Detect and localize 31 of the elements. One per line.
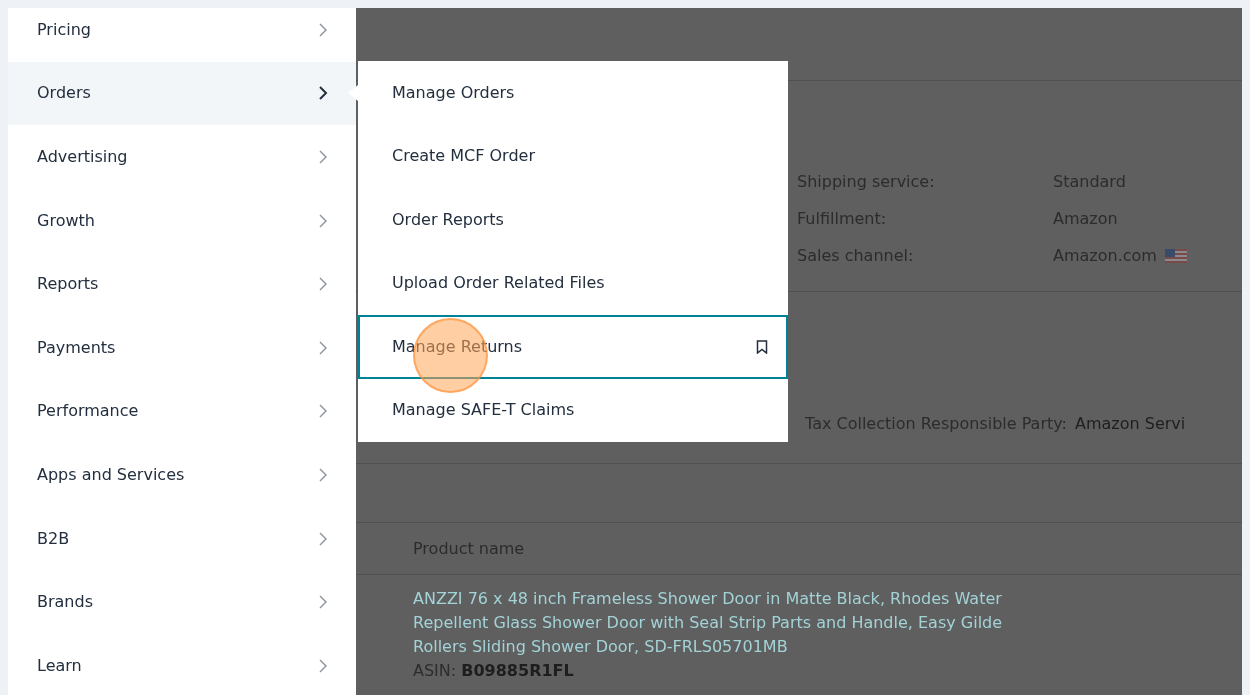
chevron-right-icon — [318, 22, 328, 37]
chevron-right-icon — [318, 595, 328, 610]
submenu-item[interactable]: Upload Order Related Files — [358, 251, 788, 315]
sidebar-item[interactable]: Payments — [8, 315, 356, 380]
sidebar-item[interactable]: Brands — [8, 570, 356, 634]
sidebar-item[interactable]: Reports — [8, 252, 356, 316]
sidebar-item[interactable]: B2B — [8, 506, 356, 571]
chevron-right-icon — [318, 340, 328, 355]
bookmark-icon[interactable] — [756, 339, 768, 354]
chevron-right-icon — [318, 404, 328, 419]
sidebar-item[interactable]: Advertising — [8, 125, 356, 189]
flag-icon — [1164, 248, 1187, 263]
submenu-item[interactable]: Manage Orders — [358, 61, 788, 125]
sidebar-item[interactable]: Performance — [8, 379, 356, 444]
chevron-right-icon — [318, 467, 328, 482]
submenu-item[interactable]: Create MCF Order — [358, 124, 788, 188]
chevron-right-icon — [318, 531, 328, 546]
sidebar-item[interactable]: Learn — [8, 633, 356, 695]
tax-value: Amazon Servi — [1074, 412, 1186, 435]
submenu-item[interactable]: Manage SAFE-T Claims — [358, 378, 788, 442]
sidebar-item[interactable]: Pricing — [8, 8, 356, 62]
sidebar-item[interactable]: Orders — [8, 61, 356, 126]
sidebar-item[interactable]: Growth — [8, 188, 356, 253]
chevron-right-icon — [318, 213, 328, 228]
chevron-right-icon — [318, 658, 328, 673]
chevron-right-icon — [318, 277, 328, 292]
sidebar-item[interactable]: Apps and Services — [8, 443, 356, 507]
chevron-right-icon — [318, 86, 328, 101]
product-name-link[interactable]: ANZZI 76 x 48 inch Frameless Shower Door in Matte Black, Rhodes Water Repellent Glass Shower Door with Seal Strip Parts and Handle, Easy Gilde Rollers Sliding Shower Door, SD-FRLS05701MB — [413, 587, 1013, 659]
chevron-right-icon — [318, 150, 328, 164]
submenu-item[interactable]: Order Reports — [358, 188, 788, 252]
